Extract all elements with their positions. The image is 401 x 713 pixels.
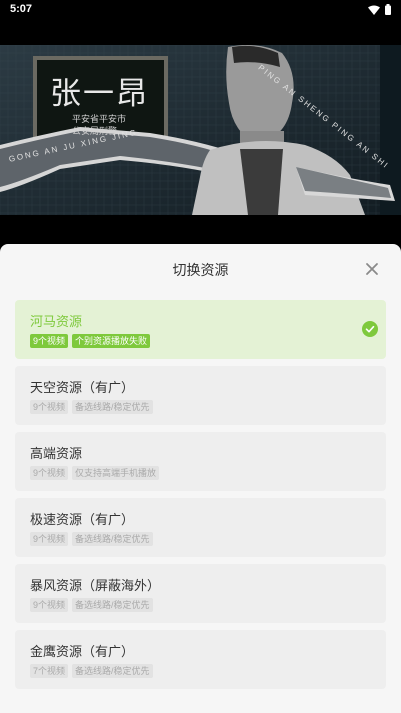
video-count-badge: 9个视频 (30, 334, 69, 348)
video-count-badge: 9个视频 (30, 532, 69, 546)
source-note-badge: 备选线路/稳定优先 (72, 664, 153, 678)
source-tags: 9个视频 备选线路/稳定优先 (30, 532, 153, 546)
source-item-tiankong[interactable]: 天空资源（有广） 9个视频 备选线路/稳定优先 (15, 366, 386, 425)
source-note-badge: 仅支持高端手机播放 (72, 466, 160, 480)
source-name: 极速资源（有广） (30, 512, 135, 527)
switch-source-sheet: 切换资源 河马资源 9个视频 个别资源播放失败 天空资源（有广） 9个视频 备选… (0, 244, 401, 713)
battery-icon (385, 4, 391, 15)
poster-title: 张一昂 (50, 76, 149, 112)
video-count-badge: 9个视频 (30, 466, 69, 480)
source-list: 河马资源 9个视频 个别资源播放失败 天空资源（有广） 9个视频 备选线路/稳定… (15, 300, 386, 696)
source-item-baofeng[interactable]: 暴风资源（屏蔽海外） 9个视频 备选线路/稳定优先 (15, 564, 386, 623)
source-tags: 9个视频 备选线路/稳定优先 (30, 598, 153, 612)
wifi-icon (368, 5, 380, 15)
status-bar: 5:07 (0, 0, 401, 20)
sheet-title: 切换资源 (172, 262, 229, 278)
source-item-hema[interactable]: 河马资源 9个视频 个别资源播放失败 (15, 300, 386, 359)
check-circle-icon (362, 321, 378, 337)
video-count-badge: 9个视频 (30, 400, 69, 414)
source-note-badge: 个别资源播放失败 (72, 334, 151, 348)
video-count-badge: 9个视频 (30, 598, 69, 612)
source-name: 高端资源 (30, 446, 83, 461)
source-name: 天空资源（有广） (30, 380, 135, 395)
source-tags: 9个视频 个别资源播放失败 (30, 334, 151, 348)
source-tags: 7个视频 备选线路/稳定优先 (30, 664, 153, 678)
source-note-badge: 备选线路/稳定优先 (72, 532, 153, 546)
video-player[interactable]: 张一昂 平安省平安市 公安局刑警 GONG AN JU XING JING PI… (0, 45, 401, 215)
source-name: 金鹰资源（有广） (30, 644, 135, 659)
source-note-badge: 备选线路/稳定优先 (72, 400, 153, 414)
source-tags: 9个视频 仅支持高端手机播放 (30, 466, 160, 480)
status-icons (368, 4, 391, 15)
source-name: 河马资源 (30, 314, 83, 329)
source-tags: 9个视频 备选线路/稳定优先 (30, 400, 153, 414)
source-note-badge: 备选线路/稳定优先 (72, 598, 153, 612)
source-name: 暴风资源（屏蔽海外） (30, 578, 161, 593)
status-time: 5:07 (10, 3, 33, 15)
video-count-badge: 7个视频 (30, 664, 69, 678)
source-item-gaoduan[interactable]: 高端资源 9个视频 仅支持高端手机播放 (15, 432, 386, 491)
source-item-jinying[interactable]: 金鹰资源（有广） 7个视频 备选线路/稳定优先 (15, 630, 386, 689)
close-icon[interactable] (363, 260, 381, 278)
source-item-jisu[interactable]: 极速资源（有广） 9个视频 备选线路/稳定优先 (15, 498, 386, 557)
